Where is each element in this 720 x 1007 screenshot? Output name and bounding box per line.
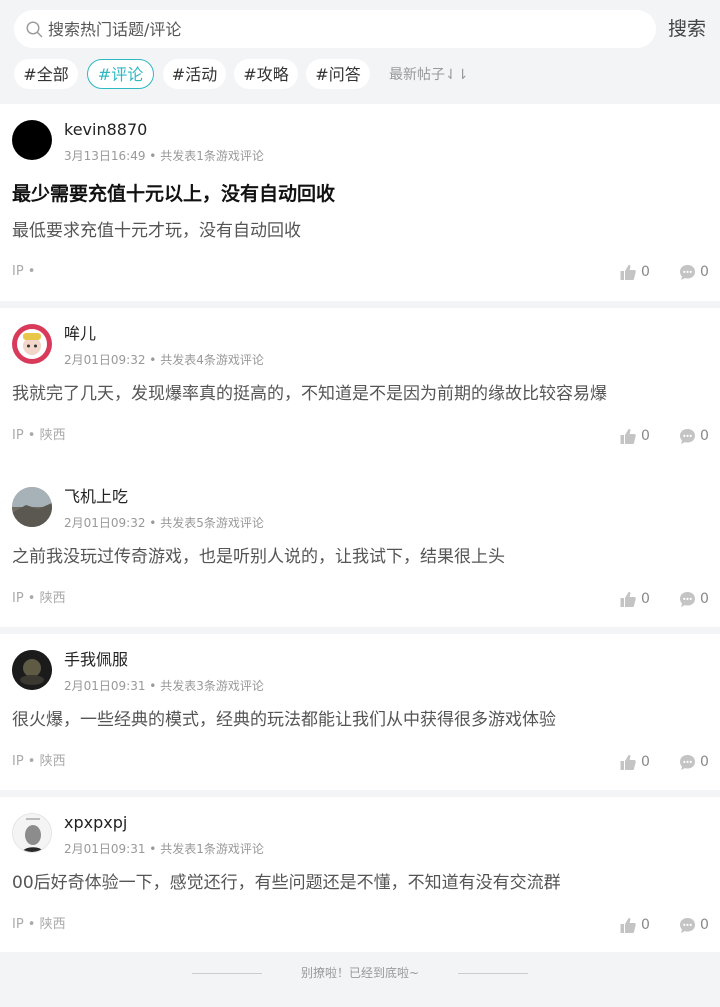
thumbs-up-icon xyxy=(620,917,636,933)
like-count: 0 xyxy=(641,264,650,280)
sort-latest-posts[interactable]: 最新帖子⇃⇂ xyxy=(389,66,468,84)
search-icon xyxy=(26,21,43,38)
like-count: 0 xyxy=(641,591,650,607)
like-count: 0 xyxy=(641,428,650,444)
avatar[interactable] xyxy=(12,120,52,160)
username[interactable]: 哞儿 xyxy=(64,324,96,344)
search-input[interactable] xyxy=(48,10,648,48)
comment-count: 0 xyxy=(700,591,709,607)
thumbs-up-icon xyxy=(620,428,636,444)
ip-location: IP • 陕西 xyxy=(12,754,66,769)
like-count: 0 xyxy=(641,754,650,770)
tag-events[interactable]: #活动 xyxy=(163,59,226,89)
username[interactable]: kevin8870 xyxy=(64,120,147,140)
post-card[interactable]: 手我佩服 2月01日09:31 • 共发表3条游戏评论 很火爆，一些经典的模式，… xyxy=(0,634,720,790)
divider xyxy=(458,973,528,974)
comment-count: 0 xyxy=(700,754,709,770)
comment-icon xyxy=(680,265,695,280)
list-end-footer: 别撩啦！已经到底啦~ xyxy=(0,952,720,1007)
ip-location: IP • xyxy=(12,264,36,279)
search-button[interactable]: 搜索 xyxy=(668,17,706,41)
avatar[interactable] xyxy=(12,324,52,364)
thumbs-up-icon xyxy=(620,591,636,607)
search-box[interactable] xyxy=(14,10,656,48)
avatar[interactable] xyxy=(12,813,52,853)
post-meta: 2月01日09:32 • 共发表4条游戏评论 xyxy=(64,353,264,367)
thumbs-up-icon xyxy=(620,754,636,770)
comment-icon xyxy=(680,429,695,444)
username[interactable]: 手我佩服 xyxy=(64,650,128,670)
like-count: 0 xyxy=(641,917,650,933)
avatar[interactable] xyxy=(12,487,52,527)
comment-count: 0 xyxy=(700,428,709,444)
comment-count: 0 xyxy=(700,917,709,933)
post-content[interactable]: 之前我没玩过传奇游戏，也是听别人说的，让我试下，结果很上头 xyxy=(12,545,505,569)
tag-qa[interactable]: #问答 xyxy=(306,59,370,89)
ip-location: IP • 陕西 xyxy=(12,428,66,443)
username[interactable]: xpxpxpj xyxy=(64,813,127,833)
post-meta: 2月01日09:32 • 共发表5条游戏评论 xyxy=(64,516,264,530)
tag-guides[interactable]: #攻略 xyxy=(234,59,298,89)
post-content[interactable]: 很火爆，一些经典的模式，经典的玩法都能让我们从中获得很多游戏体验 xyxy=(12,708,556,732)
thumbs-up-icon xyxy=(620,264,636,280)
username[interactable]: 飞机上吃 xyxy=(64,487,128,507)
tag-comments[interactable]: #评论 xyxy=(87,59,154,89)
end-of-list-text: 别撩啦！已经到底啦~ xyxy=(300,966,420,980)
comment-icon xyxy=(680,592,695,607)
top-bar: 搜索 #全部 #评论 #活动 #攻略 #问答 最新帖子⇃⇂ xyxy=(0,0,720,104)
comment-count: 0 xyxy=(700,264,709,280)
post-meta: 3月13日16:49 • 共发表1条游戏评论 xyxy=(64,149,264,163)
post-meta: 2月01日09:31 • 共发表1条游戏评论 xyxy=(64,842,264,856)
comment-icon xyxy=(680,918,695,933)
avatar[interactable] xyxy=(12,650,52,690)
post-card[interactable]: kevin8870 3月13日16:49 • 共发表1条游戏评论 最少需要充值十… xyxy=(0,104,720,301)
post-title[interactable]: 最少需要充值十元以上，没有自动回收 xyxy=(12,181,335,207)
tag-all[interactable]: #全部 xyxy=(14,59,78,89)
post-content[interactable]: 00后好奇体验一下，感觉还行，有些问题还是不懂，不知道有没有交流群 xyxy=(12,871,561,895)
post-content[interactable]: 我就完了几天，发现爆率真的挺高的，不知道是不是因为前期的缘故比较容易爆 xyxy=(12,382,607,406)
post-content[interactable]: 最低要求充值十元才玩，没有自动回收 xyxy=(12,219,301,243)
post-card[interactable]: xpxpxpj 2月01日09:31 • 共发表1条游戏评论 00后好奇体验一下… xyxy=(0,797,720,952)
comment-icon xyxy=(680,755,695,770)
post-meta: 2月01日09:31 • 共发表3条游戏评论 xyxy=(64,679,264,693)
post-card[interactable]: 飞机上吃 2月01日09:32 • 共发表5条游戏评论 之前我没玩过传奇游戏，也… xyxy=(0,471,720,627)
ip-location: IP • 陕西 xyxy=(12,591,66,606)
ip-location: IP • 陕西 xyxy=(12,917,66,932)
